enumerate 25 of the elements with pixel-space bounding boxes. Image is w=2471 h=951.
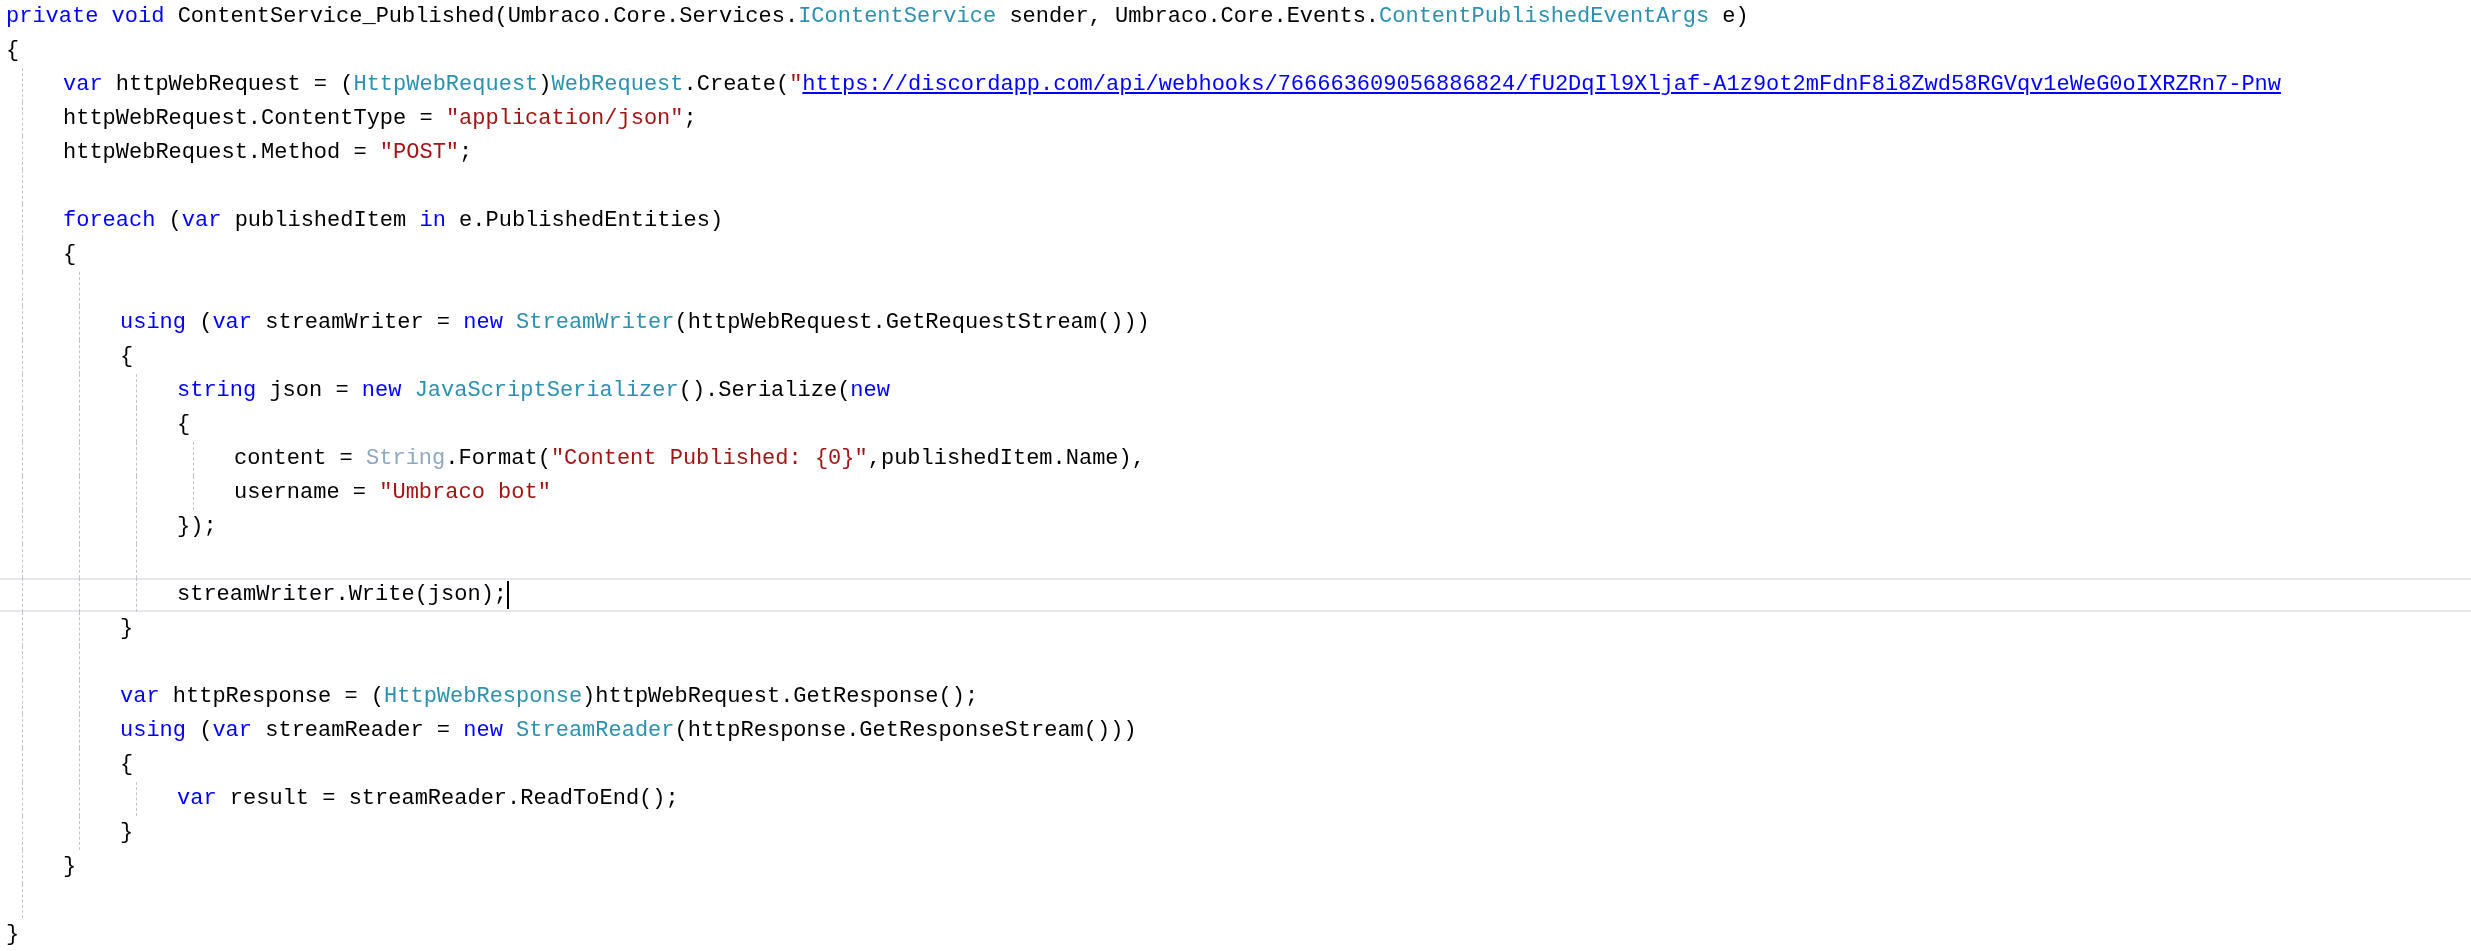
code-line: private void ContentService_Published(Umbraco.Core.Services.IContentService sender, Umbraco.Core.Events.ContentPublishedEventArgs e) xyxy=(6,3,1749,31)
code-line: using (var streamWriter = new StreamWriter(httpWebRequest.GetRequestStream())) xyxy=(120,309,1150,337)
code-line: { xyxy=(63,241,77,269)
code-line: { xyxy=(120,343,134,371)
code-line: foreach (var publishedItem in e.PublishedEntities) xyxy=(63,207,724,235)
code-line: username = "Umbraco bot" xyxy=(234,479,551,507)
code-line: string json = new JavaScriptSerializer().Serialize(new xyxy=(177,377,890,405)
code-line: { xyxy=(177,411,191,439)
code-line: content = String.Format("Content Published: {0}",publishedItem.Name), xyxy=(234,445,1145,473)
text-caret xyxy=(507,581,510,609)
code-line: }); xyxy=(177,513,217,541)
code-line: var httpResponse = (HttpWebResponse)httpWebRequest.GetResponse(); xyxy=(120,683,979,711)
url-link[interactable]: https://discordapp.com/api/webhooks/766663609056886824/fU2DqIl9Xljaf-A1z9ot2mFdnF8i8Zwd58RGVqv1eWeG0oIXRZRn7-Pnw xyxy=(802,72,2281,97)
code-line: } xyxy=(120,615,134,643)
code-line: httpWebRequest.Method = "POST"; xyxy=(63,139,473,167)
code-line: var httpWebRequest = (HttpWebRequest)WebRequest.Create("https://discordapp.com/api/webhooks/766663609056886824/fU2DqIl9Xljaf-A1z9ot2mFdnF8i8Zwd58RGVqv1eWeG0oIXRZRn7-Pnw xyxy=(63,71,2281,99)
code-line: } xyxy=(63,853,77,881)
code-line: { xyxy=(6,37,20,65)
code-line: httpWebRequest.ContentType = "application/json"; xyxy=(63,105,697,133)
code-line: } xyxy=(6,921,20,949)
code-line: using (var streamReader = new StreamReader(httpResponse.GetResponseStream())) xyxy=(120,717,1137,745)
code-line: var result = streamReader.ReadToEnd(); xyxy=(177,785,679,813)
code-line: streamWriter.Write(json); xyxy=(177,581,508,609)
code-line: } xyxy=(120,819,134,847)
code-line: { xyxy=(120,751,134,779)
